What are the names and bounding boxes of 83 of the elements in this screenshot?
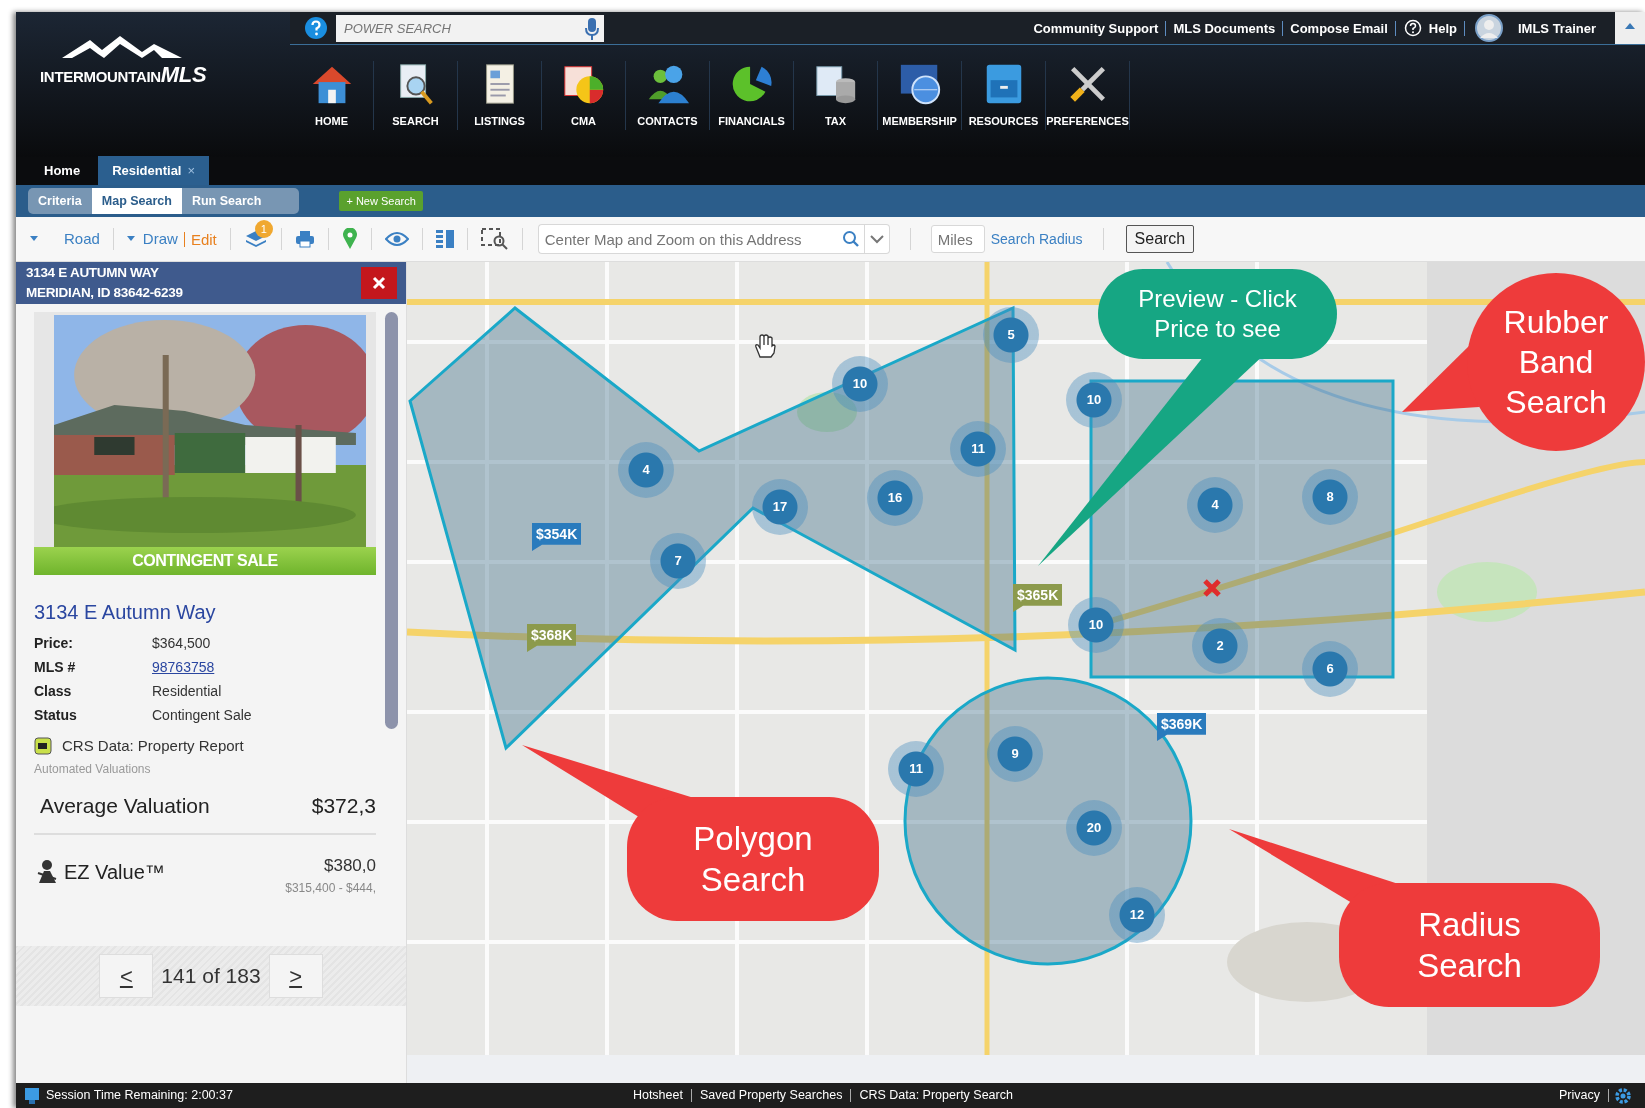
field-value: Residential	[152, 681, 222, 701]
nav-button[interactable]: TAX	[794, 61, 878, 130]
field-label: Class	[34, 681, 73, 701]
x-marker-icon	[1202, 578, 1222, 598]
field-label: Status	[34, 705, 78, 725]
footer-link[interactable]: CRS Data: Property Search	[851, 1089, 1021, 1102]
settings-icon[interactable]	[1615, 1087, 1631, 1104]
footer-link[interactable]: Saved Property Searches	[691, 1089, 852, 1102]
nav-button[interactable]: HOME	[290, 61, 374, 130]
footer-link[interactable]: Hotsheet	[624, 1089, 692, 1102]
page-position: 141 of 183	[161, 963, 261, 990]
header-link[interactable]: Help	[1421, 20, 1465, 36]
field-value: $364,500	[152, 633, 211, 653]
field-value: Contingent Sale	[152, 705, 252, 725]
nav-button[interactable]: RESOURCES	[962, 61, 1046, 130]
report-icon	[34, 737, 52, 756]
monitor-icon	[24, 1086, 40, 1105]
columns-icon[interactable]	[435, 229, 454, 249]
nav-button[interactable]: CMA	[542, 61, 626, 130]
close-button[interactable]	[361, 267, 397, 299]
tab[interactable]: Map Search	[91, 187, 182, 215]
caret-icon	[126, 236, 135, 242]
mascot-icon	[36, 859, 58, 885]
valuation-value: $372,3	[311, 792, 376, 819]
callout-text: Rubber Band Search	[1502, 303, 1610, 422]
caret-icon	[1624, 21, 1636, 31]
tab[interactable]: Residential ×	[98, 155, 210, 185]
collapse-button[interactable]	[1615, 12, 1645, 44]
nav-button[interactable]: MEMBERSHIP	[878, 61, 962, 130]
header-link[interactable]: MLS Documents	[1166, 20, 1284, 36]
valuation-label: EZ Value™	[64, 860, 165, 885]
search-button[interactable]: Search	[1125, 225, 1195, 253]
search-polygon[interactable]	[408, 305, 1017, 751]
search-field[interactable]: POWER SEARCH	[336, 14, 580, 42]
valuation-label: Average Valuation	[40, 792, 210, 819]
print-icon[interactable]	[294, 230, 315, 248]
nav-button[interactable]: CONTACTS	[626, 61, 710, 130]
nav-button[interactable]: FINANCIALS	[710, 61, 794, 130]
next-button[interactable]: >	[268, 954, 323, 998]
field-label: MLS #	[34, 657, 77, 677]
status-banner: CONTINGENT SALE	[34, 547, 376, 575]
address-text: 3134 E AUTUMN WAY	[26, 264, 160, 282]
previous-button[interactable]: <	[99, 954, 154, 998]
eye-icon[interactable]	[384, 231, 409, 247]
chevron-down-icon[interactable]	[868, 233, 885, 245]
callout-text: Preview - Click Price to see	[1137, 284, 1298, 344]
section-label: Automated Valuations	[34, 760, 152, 778]
avatar-icon[interactable]	[1474, 14, 1503, 42]
mountain-logo-icon	[62, 35, 182, 58]
session-timer: Session Time Remaining: 2:00:37	[46, 1087, 233, 1105]
header-link[interactable]: Community Support	[1026, 20, 1167, 36]
user-name-link[interactable]: IMLS Trainer	[1510, 20, 1603, 36]
map-pin-icon[interactable]	[341, 228, 358, 250]
address-text: MERIDIAN, ID 83642-6239	[26, 284, 183, 302]
miles-field[interactable]: Miles	[930, 225, 985, 253]
hand-cursor-icon	[752, 333, 778, 359]
nav-button[interactable]: SEARCH	[374, 61, 458, 130]
logo-text: INTERMOUNTAINMLS	[40, 61, 208, 89]
close-icon	[372, 276, 386, 290]
value-range: $315,400 - $444,	[285, 879, 376, 897]
caret-icon	[30, 236, 38, 242]
callout-text: Radius Search	[1416, 904, 1523, 986]
help-icon[interactable]	[305, 17, 327, 39]
callout-text: Polygon Search	[692, 818, 814, 900]
map-type-dropdown[interactable]: Road	[24, 227, 106, 251]
help-icon[interactable]	[1403, 19, 1422, 37]
valuation-value: $380,0	[323, 855, 376, 877]
nav-button[interactable]: LISTINGS	[458, 61, 542, 130]
search-radius-link[interactable]: Search Radius	[984, 228, 1089, 250]
draw-dropdown[interactable]: Draw	[120, 227, 184, 251]
report-link[interactable]: CRS Data: Property Report	[62, 735, 244, 758]
zoom-selection-icon[interactable]	[480, 228, 509, 250]
search-rectangle[interactable]	[1089, 379, 1395, 679]
header-link[interactable]: Compose Email	[1283, 20, 1396, 36]
notification-badge: 1	[254, 220, 273, 238]
scrollbar-thumb[interactable]	[385, 312, 398, 729]
mls-number-link[interactable]: 98763758	[152, 656, 215, 678]
tab[interactable]: Home	[30, 155, 95, 185]
field-label: Price:	[34, 633, 74, 653]
nav-button[interactable]: PREFERENCES	[1046, 61, 1130, 130]
microphone-icon[interactable]	[580, 14, 604, 42]
privacy-link[interactable]: Privacy	[1551, 1089, 1609, 1102]
listing-title-link[interactable]: 3134 E Autumn Way	[34, 597, 216, 627]
